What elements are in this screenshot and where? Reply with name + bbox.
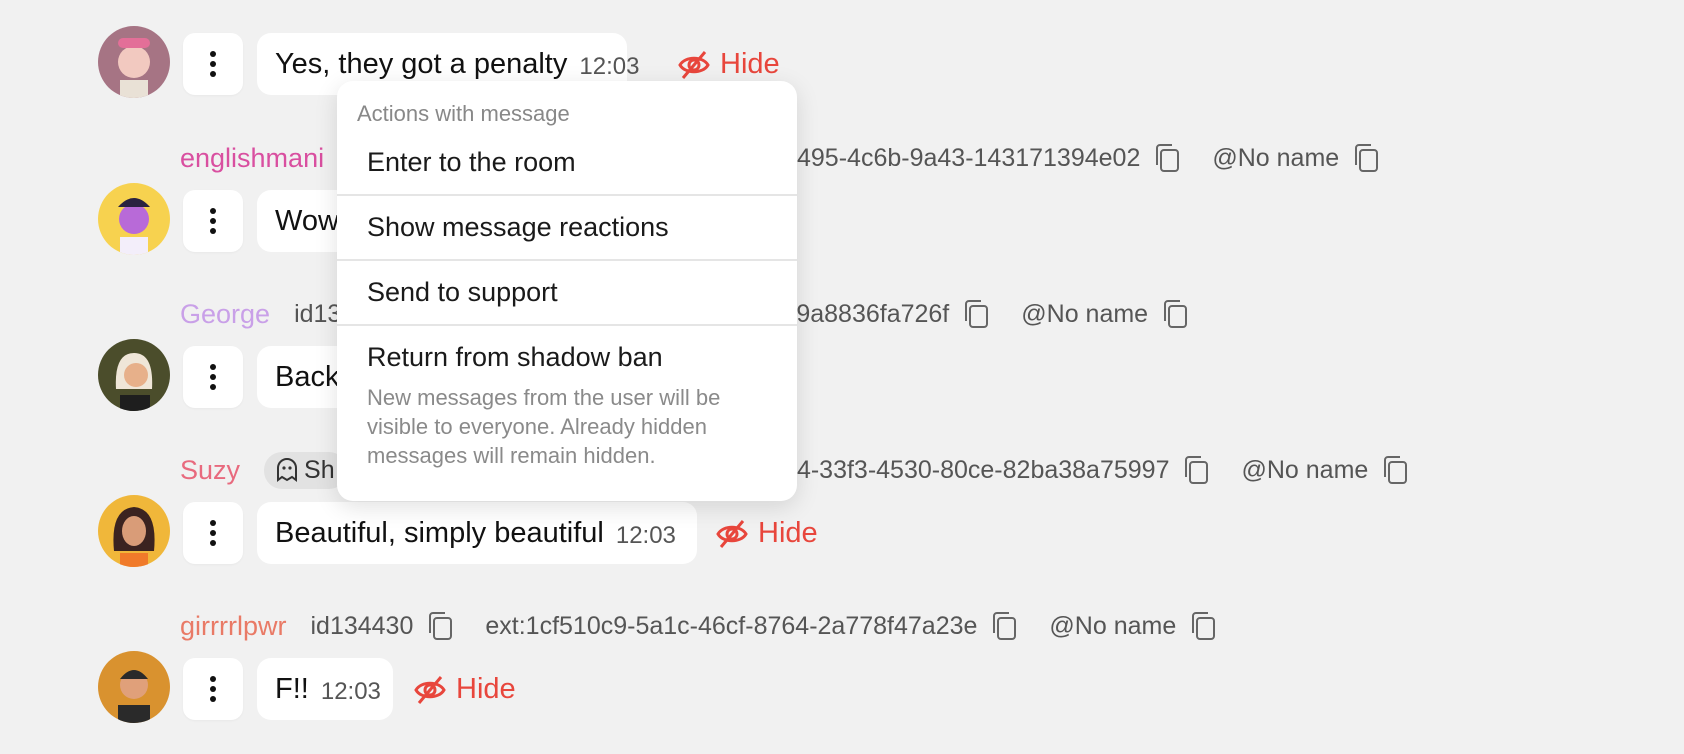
copy-icon [1185,456,1209,484]
hide-label: Hide [456,673,516,705]
hide-button[interactable]: Hide [678,48,780,81]
copy-icon [1164,300,1188,328]
copy-icon [429,612,453,640]
user-nick: @No name [1241,455,1369,484]
vertical-dots-icon [210,51,216,77]
vertical-dots-icon [210,364,216,390]
copy-nick-button[interactable] [1349,141,1383,175]
user-id: id13 [294,299,342,328]
user-nick: @No name [1049,611,1177,640]
hide-label: Hide [720,48,780,80]
message-text: Yes, they got a penalty [275,47,568,80]
copy-id-button[interactable] [423,609,457,643]
hide-button[interactable]: Hide [716,517,818,550]
copy-ext-button[interactable] [1150,141,1184,175]
user-nick: @No name [1021,299,1149,328]
author-name[interactable]: girrrrlpwr [180,611,286,642]
message-meta: englishmani [180,138,348,178]
external-id: ext:1cf510c9-5a1c-46cf-8764-2a778f47a23e [485,611,978,640]
eye-slash-icon [414,675,446,704]
shadow-ban-badge: Sh [264,451,347,489]
avatar[interactable] [98,26,170,98]
message-text: Back [275,360,340,393]
copy-ext-button[interactable] [959,297,993,331]
copy-nick-button[interactable] [1158,297,1192,331]
message-bubble: Beautiful, simply beautiful 12:03 [257,502,697,564]
avatar[interactable] [98,495,170,567]
message-time: 12:03 [615,522,676,549]
menu-item-show-reactions[interactable]: Show message reactions [337,212,797,260]
menu-item-label: Enter to the room [367,147,576,177]
message-meta: George id13 [180,294,351,334]
avatar[interactable] [98,339,170,411]
more-actions-button[interactable] [183,33,243,95]
external-id: f4-33f3-4530-80ce-82ba38a75997 [790,455,1170,484]
message-bubble: F!! 12:03 [257,658,393,720]
copy-icon [1192,612,1216,640]
external-id: 495-4c6b-9a43-143171394e02 [797,143,1141,172]
badge-label: Sh [304,455,335,484]
copy-ext-button[interactable] [1179,453,1213,487]
menu-item-label: Show message reactions [367,212,669,242]
menu-item-label: Return from shadow ban [367,342,663,372]
author-name[interactable]: englishmani [180,143,324,174]
message-text: F!! [275,672,309,705]
message-time: 12:03 [579,53,640,80]
hide-label: Hide [758,517,818,549]
copy-icon [1384,456,1408,484]
more-actions-button[interactable] [183,190,243,252]
copy-nick-button[interactable] [1186,609,1220,643]
copy-icon [993,612,1017,640]
author-name[interactable]: Suzy [180,455,240,486]
message-time: 12:03 [320,678,381,705]
copy-icon [1355,144,1379,172]
menu-divider [337,259,797,261]
menu-title: Actions with message [357,101,570,126]
message-meta: girrrrlpwr id134430 ext:1cf510c9-5a1c-46… [180,606,1248,646]
menu-item-enter-room[interactable]: Enter to the room [337,147,797,195]
menu-item-label: Send to support [367,277,558,307]
user-id: id134430 [310,611,414,640]
message-meta-ids: f4-33f3-4530-80ce-82ba38a75997 @No name [790,450,1440,490]
more-actions-button[interactable] [183,346,243,408]
author-name[interactable]: George [180,299,270,330]
user-nick: @No name [1212,143,1340,172]
copy-icon [1156,144,1180,172]
copy-ext-button[interactable] [987,609,1021,643]
menu-divider [337,324,797,326]
more-actions-button[interactable] [183,502,243,564]
message-text: Wow [275,204,339,237]
vertical-dots-icon [210,676,216,702]
menu-item-description: New messages from the user will be visib… [367,385,721,468]
more-actions-button[interactable] [183,658,243,720]
hide-button[interactable]: Hide [414,673,516,706]
message-actions-menu: Actions with message Enter to the room S… [337,81,797,501]
menu-item-send-to-support[interactable]: Send to support [337,277,797,325]
menu-divider [337,194,797,196]
avatar[interactable] [98,183,170,255]
message-text: Beautiful, simply beautiful [275,516,604,549]
copy-icon [965,300,989,328]
message-meta-ids: 495-4c6b-9a43-143171394e02 @No name [797,138,1411,178]
external-id: -9a8836fa726f [788,299,950,328]
avatar[interactable] [98,651,170,723]
vertical-dots-icon [210,520,216,546]
vertical-dots-icon [210,208,216,234]
message-meta-ids: -9a8836fa726f @No name [788,294,1220,334]
eye-slash-icon [678,50,710,79]
eye-slash-icon [716,519,748,548]
copy-nick-button[interactable] [1378,453,1412,487]
ghost-icon [277,458,298,482]
